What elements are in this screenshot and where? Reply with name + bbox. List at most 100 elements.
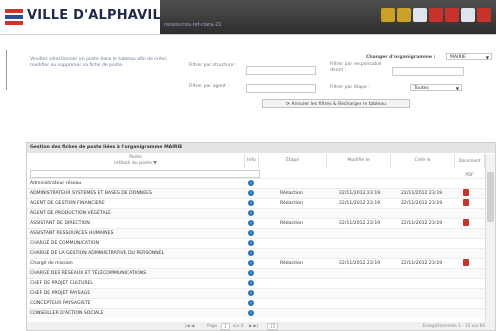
cell-etape: Rédaction xyxy=(280,261,303,266)
cell-cree: 22/11/2012 23:19 xyxy=(401,221,443,226)
instructions-text: Veuillez sélectionner un poste dans le t… xyxy=(30,57,168,68)
cell-poste: CHARGÉ DES RÉSEAUX ET TÉLÉCOMMUNICATIONS xyxy=(30,271,147,276)
table-row[interactable]: ASSISTANT DE DIRECTION i Rédaction 22/11/20… xyxy=(27,218,485,228)
pager-next-icon[interactable]: ▶ ▶| xyxy=(249,322,258,330)
cell-poste: Chargé de mission xyxy=(30,261,73,266)
people-add-icon[interactable] xyxy=(397,8,411,22)
column-header-info[interactable]: Info xyxy=(245,154,259,168)
filter-structure-input[interactable] xyxy=(246,66,316,75)
cell-modifie: 22/11/2012 23:19 xyxy=(339,201,381,206)
grid-pager: |◀ ◀ Page 1 sur 4 ▶ ▶| 15 Enregistrement… xyxy=(27,322,495,330)
app-title: VILLE D'ALPHAVILLE xyxy=(27,8,179,23)
info-icon[interactable]: i xyxy=(248,190,254,196)
chevron-down-icon: ▼ xyxy=(455,86,459,91)
pager-of-label: sur 4 xyxy=(233,323,244,328)
table-row[interactable]: CHARGÉ DE COMMUNICATION i xyxy=(27,238,485,248)
info-icon[interactable]: i xyxy=(248,300,254,306)
table-row[interactable]: CHEF DE PROJET PAYSAGE i xyxy=(27,288,485,298)
info-icon[interactable]: i xyxy=(248,200,254,206)
cell-cree: 22/11/2012 23:19 xyxy=(401,261,443,266)
info-icon[interactable]: i xyxy=(248,230,254,236)
document-icon[interactable] xyxy=(413,8,427,22)
people-icon[interactable] xyxy=(381,8,395,22)
cell-poste: ASSISTANT DE DIRECTION xyxy=(30,221,90,226)
cell-poste: Administrateur réseau xyxy=(30,181,82,186)
cell-modifie: 22/11/2012 23:19 xyxy=(339,191,381,196)
reset-filters-label: Annuler les filtres & Recharger le table… xyxy=(291,102,386,107)
cell-poste: CHEF DE PROJET PAYSAGE xyxy=(30,291,91,296)
stop-icon[interactable] xyxy=(429,8,443,22)
cell-modifie: 22/11/2012 23:19 xyxy=(339,221,381,226)
info-icon[interactable]: i xyxy=(248,280,254,286)
table-row[interactable]: CHEF DE PROJET CULTUREL i xyxy=(27,278,485,288)
info-icon[interactable]: i xyxy=(248,290,254,296)
cell-modifie: 22/11/2012 23:19 xyxy=(339,261,381,266)
column-header-etape[interactable]: Étape xyxy=(259,154,327,168)
grid-scrollbar[interactable] xyxy=(485,154,495,324)
cell-poste: ASSISTANT RESSOURCES HUMAINES xyxy=(30,231,114,236)
app-header: VILLE D'ALPHAVILLE ressources-ref-clara-… xyxy=(0,0,496,35)
table-row[interactable]: CONSEILLER D'ACTION SOCIALE i xyxy=(27,308,485,318)
filter-responsable-input[interactable] xyxy=(392,67,464,76)
chevron-down-icon: ▼ xyxy=(485,55,489,60)
cell-poste: CHARGÉ DE COMMUNICATION xyxy=(30,241,99,246)
cell-cree: 22/11/2012 23:19 xyxy=(401,201,443,206)
settings-icon[interactable] xyxy=(477,8,491,22)
table-row[interactable]: CHARGÉ DES RÉSEAUX ET TÉLÉCOMMUNICATIONS… xyxy=(27,268,485,278)
table-row[interactable]: CHARGÉ DE LA GESTION ADMINISTRATIVE DU P… xyxy=(27,248,485,258)
info-icon[interactable]: i xyxy=(248,260,254,266)
change-orga-label: Changer d'organigramme : xyxy=(366,55,436,60)
info-icon[interactable]: i xyxy=(248,220,254,226)
column-header-pdf[interactable]: Document PDF xyxy=(455,154,485,177)
cell-poste: CHEF DE PROJET CULTUREL xyxy=(30,281,93,286)
pager-first-icon[interactable]: |◀ ◀ xyxy=(185,322,194,330)
orga-select[interactable]: MAIRIE ▼ xyxy=(446,53,492,60)
pager-page-label: Page xyxy=(207,323,218,328)
info-icon[interactable]: i xyxy=(248,240,254,246)
left-divider xyxy=(6,50,7,90)
table-row[interactable]: ASSISTANT RESSOURCES HUMAINES i xyxy=(27,228,485,238)
cell-etape: Rédaction xyxy=(280,221,303,226)
column-header-cree[interactable]: Créé le xyxy=(391,154,455,168)
info-icon[interactable]: i xyxy=(248,250,254,256)
cell-poste: CHARGÉ DE LA GESTION ADMINISTRATIVE DU P… xyxy=(30,251,165,256)
info-icon[interactable]: i xyxy=(248,180,254,186)
cell-poste: CONCEPTEUR PAYSAGISTE xyxy=(30,301,91,306)
pager-page-input[interactable]: 1 xyxy=(221,323,230,330)
filter-etape-select[interactable]: Toutes ▼ xyxy=(410,84,462,91)
orga-value: MAIRIE xyxy=(450,55,466,60)
cell-cree: 22/11/2012 23:19 xyxy=(401,191,443,196)
filter-agent-input[interactable] xyxy=(246,84,316,93)
filter-etape-label: Filtrer par étape : xyxy=(330,85,370,90)
table-row[interactable]: Administrateur réseau i xyxy=(27,178,485,188)
info-icon[interactable]: i xyxy=(248,310,254,316)
poste-filter-input[interactable] xyxy=(30,170,260,178)
table-row[interactable]: ADMINISTRATEUR SYSTEMES ET BASES DE DONN… xyxy=(27,188,485,198)
info-icon[interactable]: i xyxy=(248,210,254,216)
pdf-icon[interactable] xyxy=(463,219,469,226)
filter-etape-value: Toutes xyxy=(414,86,429,91)
cell-poste: AGENT DE PRODUCTION VÉGÉTALE xyxy=(30,211,112,216)
column-header-modifie[interactable]: Modifié le xyxy=(327,154,391,168)
pdf-icon[interactable] xyxy=(463,189,469,196)
cell-poste: CONSEILLER D'ACTION SOCIALE xyxy=(30,311,104,316)
reset-filters-button[interactable]: ⟳ Annuler les filtres & Recharger le tab… xyxy=(262,99,410,108)
column-header-poste[interactable]: Poste Intitulé du poste ▼ xyxy=(27,154,245,168)
power-icon[interactable] xyxy=(445,8,459,22)
filter-structure-label: Filtrer par structure : xyxy=(189,63,237,68)
scrollbar-thumb[interactable] xyxy=(487,172,494,222)
table-row[interactable]: AGENT DE PRODUCTION VÉGÉTALE i xyxy=(27,208,485,218)
cell-poste: AGENT DE GESTION FINANCIERE xyxy=(30,201,105,206)
table-row[interactable]: CONCEPTEUR PAYSAGISTE i xyxy=(27,298,485,308)
table-row[interactable]: AGENT DE GESTION FINANCIERE i Rédaction 22/… xyxy=(27,198,485,208)
pdf-icon[interactable] xyxy=(463,259,469,266)
home-icon[interactable] xyxy=(461,8,475,22)
filter-responsable-label: Filtrer par responsable direct : xyxy=(330,62,382,73)
column-header-poste-sub: Intitulé du poste ▼ xyxy=(114,161,157,166)
info-icon[interactable]: i xyxy=(248,270,254,276)
pdf-icon[interactable] xyxy=(463,199,469,206)
positions-grid: Gestion des fiches de poste liées à l'or… xyxy=(26,142,496,331)
table-row[interactable]: Chargé de mission i Rédaction 22/11/2012 23… xyxy=(27,258,485,268)
grid-caption: Gestion des fiches de poste liées à l'or… xyxy=(27,143,495,153)
pager-per-page-select[interactable]: 15 xyxy=(267,323,279,330)
